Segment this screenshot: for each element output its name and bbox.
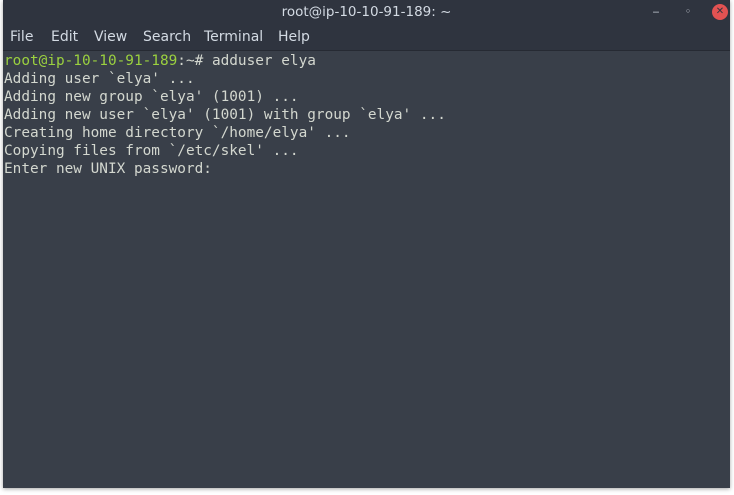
menu-terminal[interactable]: Terminal bbox=[204, 29, 263, 45]
maximize-icon[interactable]: ◦ bbox=[680, 4, 696, 20]
menu-bar: File Edit View Search Terminal Help bbox=[3, 26, 730, 51]
command-line: root@ip-10-10-91-189:~# adduser elya bbox=[4, 52, 730, 70]
password-prompt-line: Enter new UNIX password: bbox=[4, 161, 221, 177]
window-title: root@ip-10-10-91-189: ~ bbox=[281, 4, 452, 20]
prompt-path: :~# bbox=[177, 53, 212, 69]
minimize-icon[interactable]: ‒ bbox=[648, 4, 664, 20]
title-bar[interactable]: root@ip-10-10-91-189: ~ ‒ ◦ ✕ bbox=[3, 0, 730, 26]
menu-help[interactable]: Help bbox=[278, 29, 310, 45]
output-line: Adding user `elya' ... bbox=[4, 71, 195, 87]
menu-file[interactable]: File bbox=[10, 29, 33, 45]
terminal-window: root@ip-10-10-91-189: ~ ‒ ◦ ✕ File Edit … bbox=[3, 0, 730, 488]
menu-view[interactable]: View bbox=[94, 29, 127, 45]
menu-edit[interactable]: Edit bbox=[51, 29, 78, 45]
menu-search[interactable]: Search bbox=[143, 29, 191, 45]
output-line: Creating home directory `/home/elya' ... bbox=[4, 125, 351, 141]
output-line: Copying files from `/etc/skel' ... bbox=[4, 143, 299, 159]
output-line: Adding new user `elya' (1001) with group… bbox=[4, 107, 446, 123]
prompt-user-host: root@ip-10-10-91-189 bbox=[4, 53, 178, 69]
output-line: Adding new group `elya' (1001) ... bbox=[4, 89, 299, 105]
command-text: adduser elya bbox=[211, 53, 316, 69]
close-icon[interactable]: ✕ bbox=[712, 4, 728, 20]
terminal-output[interactable]: root@ip-10-10-91-189:~# adduser elya Add… bbox=[3, 51, 730, 488]
